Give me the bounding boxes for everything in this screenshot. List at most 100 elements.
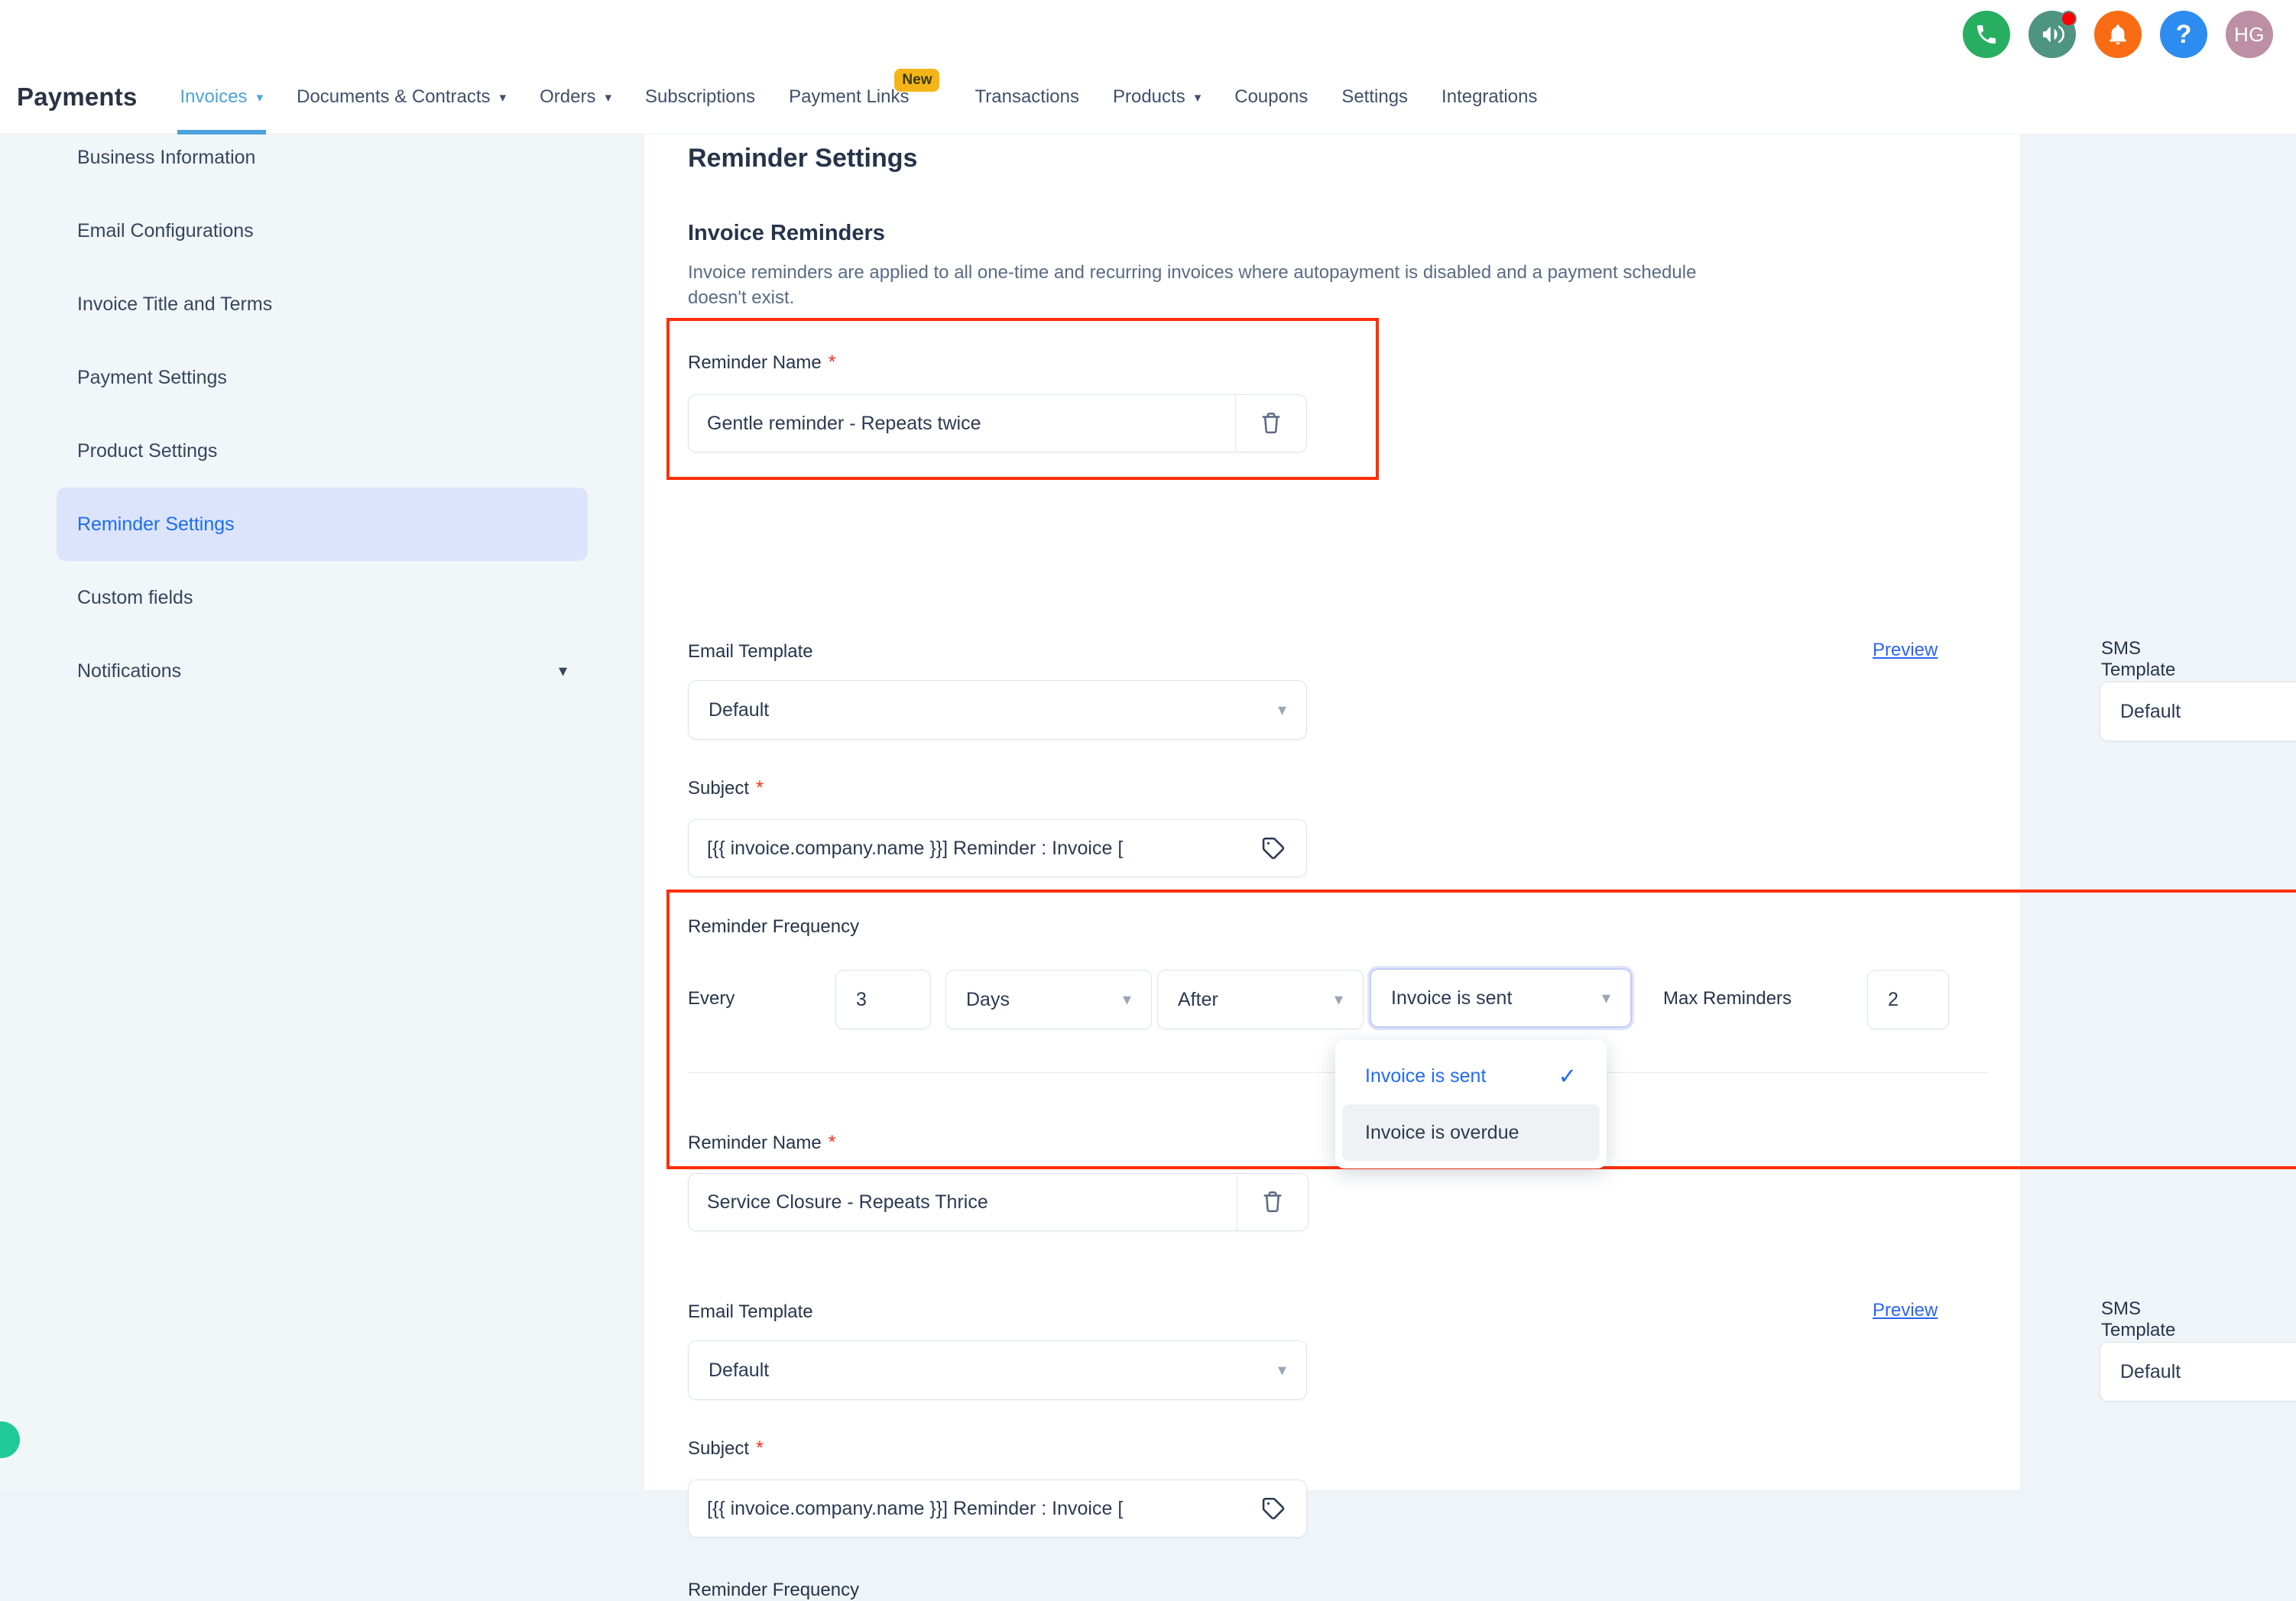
frequency-interval-input-1[interactable]: 3 xyxy=(835,970,931,1029)
label-text: Subject xyxy=(688,778,749,799)
help-icon[interactable]: ? xyxy=(2160,11,2207,58)
chevron-down-icon: ▾ xyxy=(500,91,507,104)
avatar-initials: HG xyxy=(2234,23,2265,47)
sms-template-value-1: Default xyxy=(2120,701,2181,723)
nav-item-transactions[interactable]: Transactions xyxy=(958,60,1096,134)
sms-template-label-1: SMS Template xyxy=(2101,638,2175,681)
reminder-name-label-1: Reminder Name * xyxy=(688,352,835,374)
chevron-down-icon: ▾ xyxy=(605,91,611,104)
sidebar-item-label: Email Configurations xyxy=(77,220,254,242)
frequency-event-value-1: Invoice is sent xyxy=(1391,987,1512,1010)
required-asterisk: * xyxy=(756,777,764,799)
subject-value-2: [{{ invoice.company.name }}] Reminder : … xyxy=(689,1498,1240,1520)
reminder-name-input-1[interactable]: Gentle reminder - Repeats twice xyxy=(688,394,1307,452)
label-text: Reminder Name xyxy=(688,352,822,373)
avatar[interactable]: HG xyxy=(2226,11,2273,58)
label-text: Reminder Name xyxy=(688,1133,822,1153)
chevron-down-icon: ▾ xyxy=(1123,990,1131,1010)
delete-reminder-button-1[interactable] xyxy=(1236,410,1306,436)
sidebar-item-product-settings[interactable]: Product Settings xyxy=(57,414,588,488)
chevron-down-icon: ▾ xyxy=(559,661,567,681)
frequency-relation-value-1: After xyxy=(1178,989,1218,1011)
sidebar-item-business-information[interactable]: Business Information xyxy=(57,121,588,194)
max-reminders-label-1: Max Reminders xyxy=(1663,988,1792,1010)
email-template-select-2[interactable]: Default ▾ xyxy=(688,1340,1307,1400)
merge-tag-button-2[interactable] xyxy=(1240,1496,1306,1522)
reminder-name-value-2: Service Closure - Repeats Thrice xyxy=(689,1191,1237,1214)
subject-label-2: Subject * xyxy=(688,1437,764,1460)
required-asterisk: * xyxy=(829,1132,836,1153)
reminder-settings-panel: Reminder Settings Invoice Reminders Invo… xyxy=(644,134,2020,1490)
reminder-frequency-label-1: Reminder Frequency xyxy=(688,916,859,938)
merge-tag-button-1[interactable] xyxy=(1240,835,1306,861)
reminder-name-input-2[interactable]: Service Closure - Repeats Thrice xyxy=(688,1173,1309,1231)
frequency-unit-value-1: Days xyxy=(966,989,1010,1011)
every-label-1: Every xyxy=(688,988,735,1010)
nav-label: Orders xyxy=(540,86,595,108)
max-reminders-input-1[interactable]: 2 xyxy=(1867,970,1949,1029)
phone-icon[interactable] xyxy=(1963,11,2010,58)
subject-input-1[interactable]: [{{ invoice.company.name }}] Reminder : … xyxy=(688,819,1307,877)
sidebar-item-custom-fields[interactable]: Custom fields xyxy=(57,561,588,634)
sidebar-item-payment-settings[interactable]: Payment Settings xyxy=(57,341,588,414)
delete-reminder-button-2[interactable] xyxy=(1237,1189,1308,1215)
email-template-label-2: Email Template xyxy=(688,1301,813,1323)
frequency-interval-value-1: 3 xyxy=(856,989,867,1011)
email-preview-link-1[interactable]: Preview xyxy=(1873,640,1938,661)
sidebar-item-notifications[interactable]: Notifications ▾ xyxy=(57,634,588,708)
bell-icon[interactable] xyxy=(2094,11,2142,58)
sidebar-item-label: Notifications xyxy=(77,660,181,682)
sidebar-item-invoice-title-and-terms[interactable]: Invoice Title and Terms xyxy=(57,267,588,341)
nav-item-subscriptions[interactable]: Subscriptions xyxy=(628,60,772,134)
megaphone-icon[interactable] xyxy=(2028,11,2076,58)
frequency-unit-select-1[interactable]: Days ▾ xyxy=(945,970,1152,1029)
notification-dot xyxy=(2061,11,2077,27)
sidebar-item-email-configurations[interactable]: Email Configurations xyxy=(57,194,588,267)
sidebar-item-label: Invoice Title and Terms xyxy=(77,293,272,316)
reminder-name-value-1: Gentle reminder - Repeats twice xyxy=(689,413,1235,435)
nav-label: Payment Links xyxy=(789,86,909,108)
new-badge: New xyxy=(894,69,939,92)
sms-template-select-1[interactable]: Default ▾ xyxy=(2100,682,2296,741)
reminder-frequency-label-2: Reminder Frequency xyxy=(688,1580,859,1601)
nav-label: Integrations xyxy=(1441,86,1537,108)
dropdown-option-label: Invoice is overdue xyxy=(1365,1122,1519,1144)
settings-sidebar: Business Information Email Configuration… xyxy=(0,134,644,1490)
sidebar-item-label: Custom fields xyxy=(77,587,193,609)
label-text: Subject xyxy=(688,1438,749,1459)
dropdown-option-invoice-is-sent[interactable]: Invoice is sent ✓ xyxy=(1342,1048,1600,1104)
check-icon: ✓ xyxy=(1558,1063,1577,1090)
nav-item-coupons[interactable]: Coupons xyxy=(1218,60,1325,134)
email-template-select-1[interactable]: Default ▾ xyxy=(688,680,1307,740)
nav-label: Products xyxy=(1113,86,1185,108)
nav-item-settings[interactable]: Settings xyxy=(1325,60,1425,134)
dropdown-option-invoice-is-overdue[interactable]: Invoice is overdue xyxy=(1342,1104,1600,1161)
sidebar-item-reminder-settings[interactable]: Reminder Settings xyxy=(57,488,588,561)
required-asterisk: * xyxy=(829,352,836,373)
email-template-value-2: Default xyxy=(709,1360,769,1382)
sidebar-item-label: Product Settings xyxy=(77,440,217,462)
frequency-relation-select-1[interactable]: After ▾ xyxy=(1157,970,1364,1029)
sms-template-select-2[interactable]: Default ▾ xyxy=(2100,1342,2296,1402)
nav-label: Documents & Contracts xyxy=(297,86,490,108)
email-preview-link-2[interactable]: Preview xyxy=(1873,1300,1938,1321)
page-title: Reminder Settings xyxy=(688,144,917,173)
frequency-event-select-1[interactable]: Invoice is sent ▾ xyxy=(1370,968,1632,1028)
sms-template-value-2: Default xyxy=(2120,1361,2181,1383)
chevron-down-icon: ▾ xyxy=(1334,990,1343,1010)
sms-template-label-2: SMS Template xyxy=(2101,1298,2175,1341)
nav-item-payment-links[interactable]: Payment Links New xyxy=(772,60,926,134)
section-title: Invoice Reminders xyxy=(688,221,885,246)
top-icon-group: ? HG xyxy=(1963,11,2273,58)
chevron-down-icon: ▾ xyxy=(1278,1360,1286,1380)
nav-item-products[interactable]: Products ▾ xyxy=(1096,60,1218,134)
subject-value-1: [{{ invoice.company.name }}] Reminder : … xyxy=(689,838,1240,860)
chevron-down-icon: ▾ xyxy=(1278,700,1286,720)
subject-input-2[interactable]: [{{ invoice.company.name }}] Reminder : … xyxy=(688,1479,1307,1538)
nav-item-integrations[interactable]: Integrations xyxy=(1425,60,1554,134)
frequency-event-dropdown[interactable]: Invoice is sent ✓ Invoice is overdue xyxy=(1335,1040,1607,1168)
reminder-name-label-2: Reminder Name * xyxy=(688,1132,835,1154)
email-template-value-1: Default xyxy=(709,699,769,721)
required-asterisk: * xyxy=(756,1437,764,1459)
nav-label: Settings xyxy=(1341,86,1408,108)
